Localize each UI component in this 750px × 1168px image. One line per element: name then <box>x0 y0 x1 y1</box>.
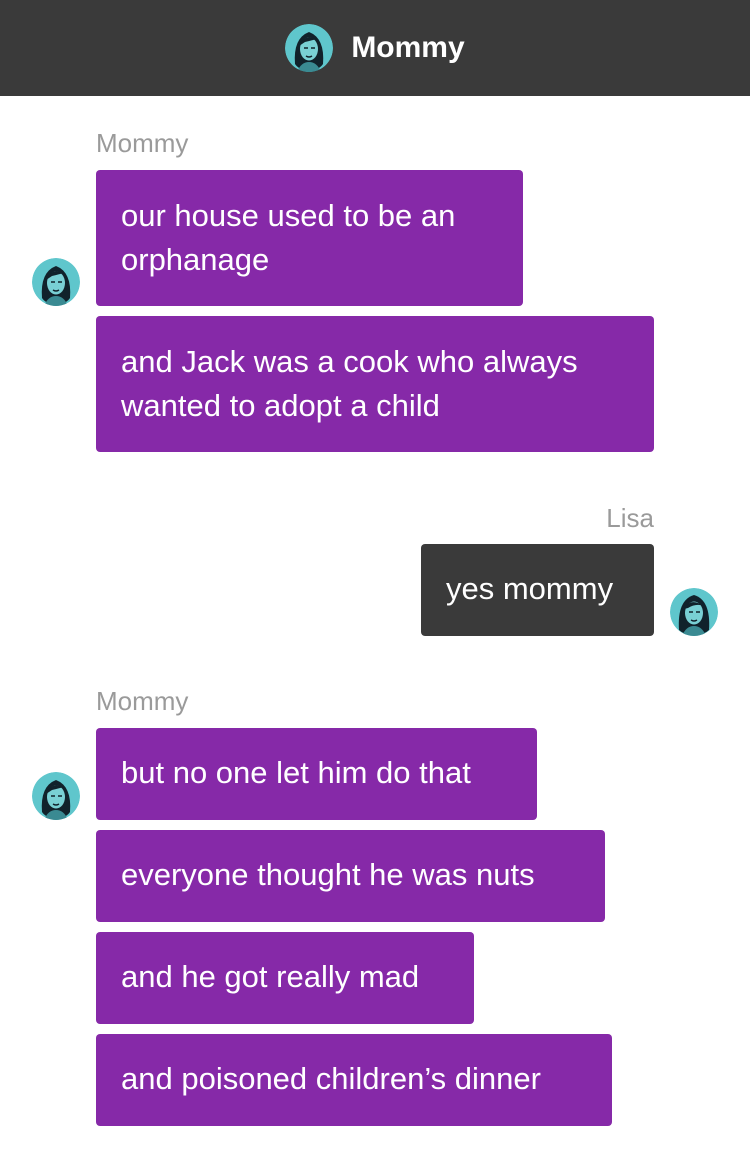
woman-portrait-avatar-icon[interactable] <box>32 258 80 306</box>
message-bubble[interactable]: but no one let him do that <box>96 728 537 820</box>
message-bubble[interactable]: yes mommy <box>421 544 654 636</box>
sender-name: Mommy <box>96 686 189 716</box>
message-bubble[interactable]: everyone thought he was nuts <box>96 830 605 922</box>
header-content: Mommy <box>285 24 465 72</box>
sender-name: Lisa <box>606 503 654 533</box>
woman-portrait-avatar-icon[interactable] <box>670 588 718 636</box>
woman-portrait-avatar-icon[interactable] <box>32 772 80 820</box>
sender-name: Mommy <box>96 128 189 158</box>
message-bubble[interactable]: and Jack was a cook who always wanted to… <box>96 316 654 452</box>
message-bubble[interactable]: and poisoned children’s dinner <box>96 1034 612 1126</box>
chat-header: Mommy <box>0 0 750 96</box>
message-bubble[interactable]: and he got really mad <box>96 932 474 1024</box>
chat-title: Mommy <box>351 31 465 64</box>
message-bubble[interactable]: our house used to be an orphanage <box>96 170 523 306</box>
woman-portrait-avatar-icon[interactable] <box>285 24 334 72</box>
